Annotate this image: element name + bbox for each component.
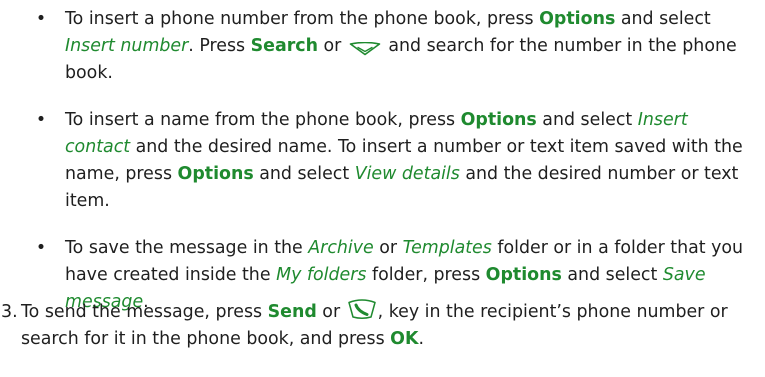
folder-my-folders: My folders <box>276 265 367 285</box>
manual-page: • To insert a phone number from the phone… <box>0 0 765 377</box>
step-3: 3. To send the message, press Send or , … <box>0 299 755 353</box>
bullet-dot: • <box>35 238 47 258</box>
bullet-list: • To insert a phone number from the phone… <box>34 0 754 316</box>
folder-archive: Archive <box>308 238 374 258</box>
scroll-down-key-icon <box>349 38 381 56</box>
text: and select <box>536 110 638 130</box>
step-body: To send the message, press Send or , key… <box>21 299 755 353</box>
menu-item-insert-number: Insert number <box>65 36 189 56</box>
text: To save the message in the <box>65 238 309 258</box>
text: folder, press <box>366 265 486 285</box>
ok-key-label: OK <box>390 329 419 349</box>
call-key-icon <box>347 298 377 320</box>
bullet-insert-contact: • To insert a name from the phone book, p… <box>34 107 754 215</box>
text: and select <box>561 265 663 285</box>
bullet-insert-number: • To insert a phone number from the phone… <box>34 6 754 87</box>
search-key-label: Search <box>250 36 318 56</box>
send-key-label: Send <box>267 302 317 322</box>
text: and select <box>615 9 711 29</box>
menu-item-view-details: View details <box>354 164 460 184</box>
text: and select <box>253 164 355 184</box>
bullet-dot: • <box>35 110 47 130</box>
text: To send the message, press <box>21 302 268 322</box>
step-number: 3. <box>1 302 18 322</box>
text: or <box>317 36 347 56</box>
text: . <box>418 329 424 349</box>
options-key-label: Options <box>460 110 537 130</box>
options-key-label: Options <box>539 9 616 29</box>
folder-templates: Templates <box>402 238 492 258</box>
text: or <box>373 238 403 258</box>
options-key-label: Options <box>485 265 562 285</box>
options-key-label: Options <box>177 164 254 184</box>
bullet-dot: • <box>35 9 47 29</box>
text: To insert a phone number from the phone … <box>65 9 540 29</box>
text: To insert a name from the phone book, pr… <box>65 110 461 130</box>
text: or <box>316 302 346 322</box>
text: . Press <box>188 36 251 56</box>
